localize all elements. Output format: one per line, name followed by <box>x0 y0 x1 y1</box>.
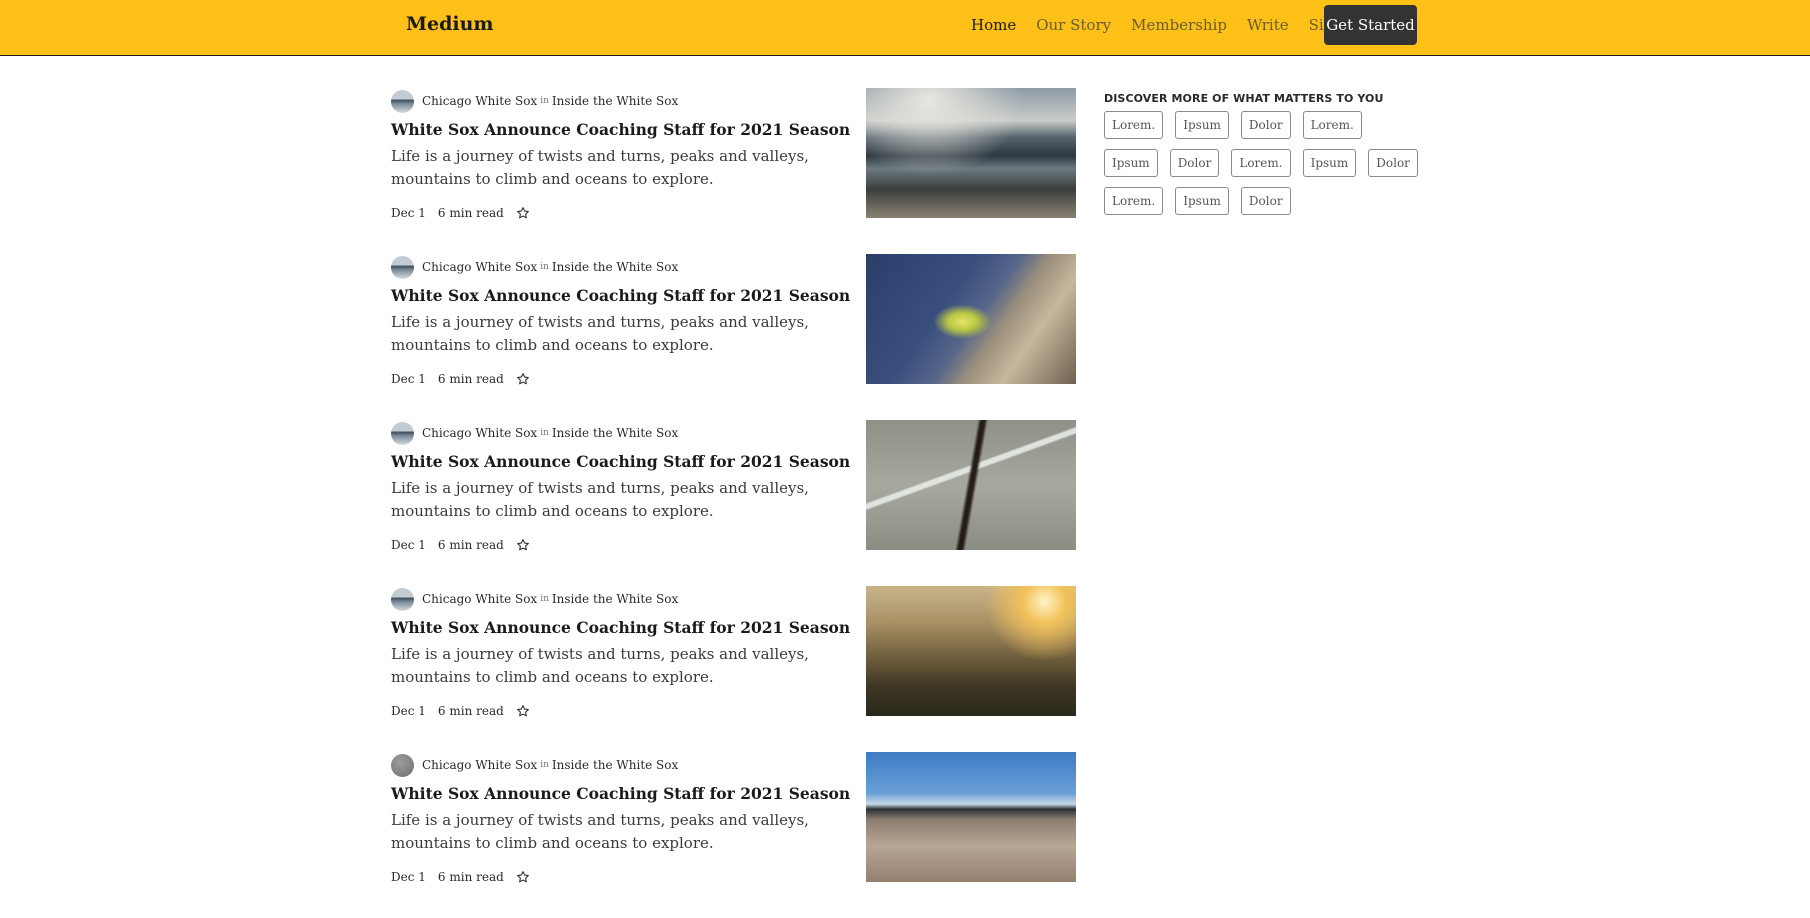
post-title[interactable]: White Sox Announce Coaching Staff for 20… <box>391 285 850 307</box>
post-meta: Chicago White Sox in Inside the White So… <box>391 420 831 446</box>
top-header: Medium Home Our Story Membership Write S… <box>0 0 1810 56</box>
post-excerpt[interactable]: Life is a journey of twists and turns, p… <box>391 145 831 191</box>
post-thumbnail[interactable] <box>866 420 1076 550</box>
publication-name[interactable]: Inside the White Sox <box>552 94 678 108</box>
nav-home-link[interactable]: Home <box>971 16 1016 34</box>
get-started-button[interactable]: Get Started <box>1324 5 1417 45</box>
publication-name[interactable]: Inside the White Sox <box>552 758 678 772</box>
post-title[interactable]: White Sox Announce Coaching Staff for 20… <box>391 617 850 639</box>
post-thumbnail[interactable] <box>866 88 1076 218</box>
star-icon[interactable] <box>516 206 530 220</box>
topic-tag[interactable]: Dolor <box>1240 187 1291 215</box>
author-name[interactable]: Chicago White Sox <box>422 260 537 274</box>
post-excerpt[interactable]: Life is a journey of twists and turns, p… <box>391 809 831 855</box>
star-icon[interactable] <box>516 372 530 386</box>
publication-name[interactable]: Inside the White Sox <box>552 592 678 606</box>
nav-our-story-link[interactable]: Our Story <box>1036 16 1111 34</box>
author-avatar[interactable] <box>391 753 414 777</box>
post-feed: Chicago White Sox in Inside the White So… <box>391 88 1076 918</box>
star-icon[interactable] <box>516 704 530 718</box>
read-time: 6 min read <box>437 206 504 220</box>
in-label: in <box>540 594 549 604</box>
post-text: Chicago White Sox in Inside the White So… <box>391 254 850 387</box>
post-date: Dec 1 <box>391 206 426 220</box>
post-meta: Chicago White Sox in Inside the White So… <box>391 586 831 612</box>
post-date: Dec 1 <box>391 704 426 718</box>
post-thumbnail[interactable] <box>866 254 1076 384</box>
author-name[interactable]: Chicago White Sox <box>422 592 537 606</box>
publication-name[interactable]: Inside the White Sox <box>552 426 678 440</box>
in-label: in <box>540 262 549 272</box>
medium-logo[interactable]: Medium <box>406 13 494 35</box>
topic-tag[interactable]: Dolor <box>1169 149 1220 177</box>
post-meta: Chicago White Sox in Inside the White So… <box>391 88 831 114</box>
post-card[interactable]: Chicago White Sox in Inside the White So… <box>391 254 1076 420</box>
post-meta: Chicago White Sox in Inside the White So… <box>391 254 831 280</box>
post-card[interactable]: Chicago White Sox in Inside the White So… <box>391 88 1076 254</box>
topic-tag[interactable]: Lorem. <box>1231 149 1291 177</box>
post-text: Chicago White Sox in Inside the White So… <box>391 420 850 553</box>
post-date: Dec 1 <box>391 870 426 884</box>
post-date: Dec 1 <box>391 538 426 552</box>
post-card[interactable]: Chicago White Sox in Inside the White So… <box>391 420 1076 586</box>
author-avatar[interactable] <box>391 587 414 611</box>
post-info: Dec 1 6 min read <box>391 869 831 885</box>
author-avatar[interactable] <box>391 421 414 445</box>
read-time: 6 min read <box>437 372 504 386</box>
topic-tag[interactable]: Ipsum <box>1175 111 1229 139</box>
discover-heading: DISCOVER MORE OF WHAT MATTERS TO YOU <box>1104 92 1384 105</box>
discover-sidebar: DISCOVER MORE OF WHAT MATTERS TO YOU Lor… <box>1104 92 1434 225</box>
post-info: Dec 1 6 min read <box>391 703 831 719</box>
nav-write-link[interactable]: Write <box>1247 16 1289 34</box>
topic-tag[interactable]: Dolor <box>1368 149 1418 177</box>
topic-tag[interactable]: Lorem. <box>1104 187 1164 215</box>
in-label: in <box>540 96 549 106</box>
topic-tag[interactable]: Dolor <box>1240 111 1291 139</box>
post-card[interactable]: Chicago White Sox in Inside the White So… <box>391 586 1076 752</box>
post-info: Dec 1 6 min read <box>391 371 831 387</box>
nav-membership-link[interactable]: Membership <box>1131 16 1227 34</box>
post-title[interactable]: White Sox Announce Coaching Staff for 20… <box>391 783 850 805</box>
author-name[interactable]: Chicago White Sox <box>422 426 537 440</box>
post-excerpt[interactable]: Life is a journey of twists and turns, p… <box>391 643 831 689</box>
topic-tag[interactable]: Lorem. <box>1104 111 1164 139</box>
post-title[interactable]: White Sox Announce Coaching Staff for 20… <box>391 451 850 473</box>
post-info: Dec 1 6 min read <box>391 205 831 221</box>
read-time: 6 min read <box>437 704 504 718</box>
star-icon[interactable] <box>516 870 530 884</box>
post-meta: Chicago White Sox in Inside the White So… <box>391 752 831 778</box>
read-time: 6 min read <box>437 870 504 884</box>
author-name[interactable]: Chicago White Sox <box>422 94 537 108</box>
author-avatar[interactable] <box>391 255 414 279</box>
topic-tag[interactable]: Ipsum <box>1104 149 1158 177</box>
post-date: Dec 1 <box>391 372 426 386</box>
author-avatar[interactable] <box>391 89 414 113</box>
post-excerpt[interactable]: Life is a journey of twists and turns, p… <box>391 477 831 523</box>
post-text: Chicago White Sox in Inside the White So… <box>391 88 850 221</box>
read-time: 6 min read <box>437 538 504 552</box>
post-thumbnail[interactable] <box>866 586 1076 716</box>
star-icon[interactable] <box>516 538 530 552</box>
topic-tag[interactable]: Lorem. <box>1302 111 1362 139</box>
post-card[interactable]: Chicago White Sox in Inside the White So… <box>391 752 1076 918</box>
top-nav: Home Our Story Membership Write Sign In <box>971 0 1383 50</box>
topic-tag[interactable]: Ipsum <box>1302 149 1357 177</box>
post-excerpt[interactable]: Life is a journey of twists and turns, p… <box>391 311 831 357</box>
post-text: Chicago White Sox in Inside the White So… <box>391 586 850 719</box>
topic-tags: Lorem. Ipsum Dolor Lorem. Ipsum Dolor Lo… <box>1104 111 1434 225</box>
post-title[interactable]: White Sox Announce Coaching Staff for 20… <box>391 119 850 141</box>
in-label: in <box>540 428 549 438</box>
publication-name[interactable]: Inside the White Sox <box>552 260 678 274</box>
in-label: in <box>540 760 549 770</box>
author-name[interactable]: Chicago White Sox <box>422 758 537 772</box>
post-text: Chicago White Sox in Inside the White So… <box>391 752 850 885</box>
post-info: Dec 1 6 min read <box>391 537 831 553</box>
post-thumbnail[interactable] <box>866 752 1076 882</box>
topic-tag[interactable]: Ipsum <box>1175 187 1229 215</box>
